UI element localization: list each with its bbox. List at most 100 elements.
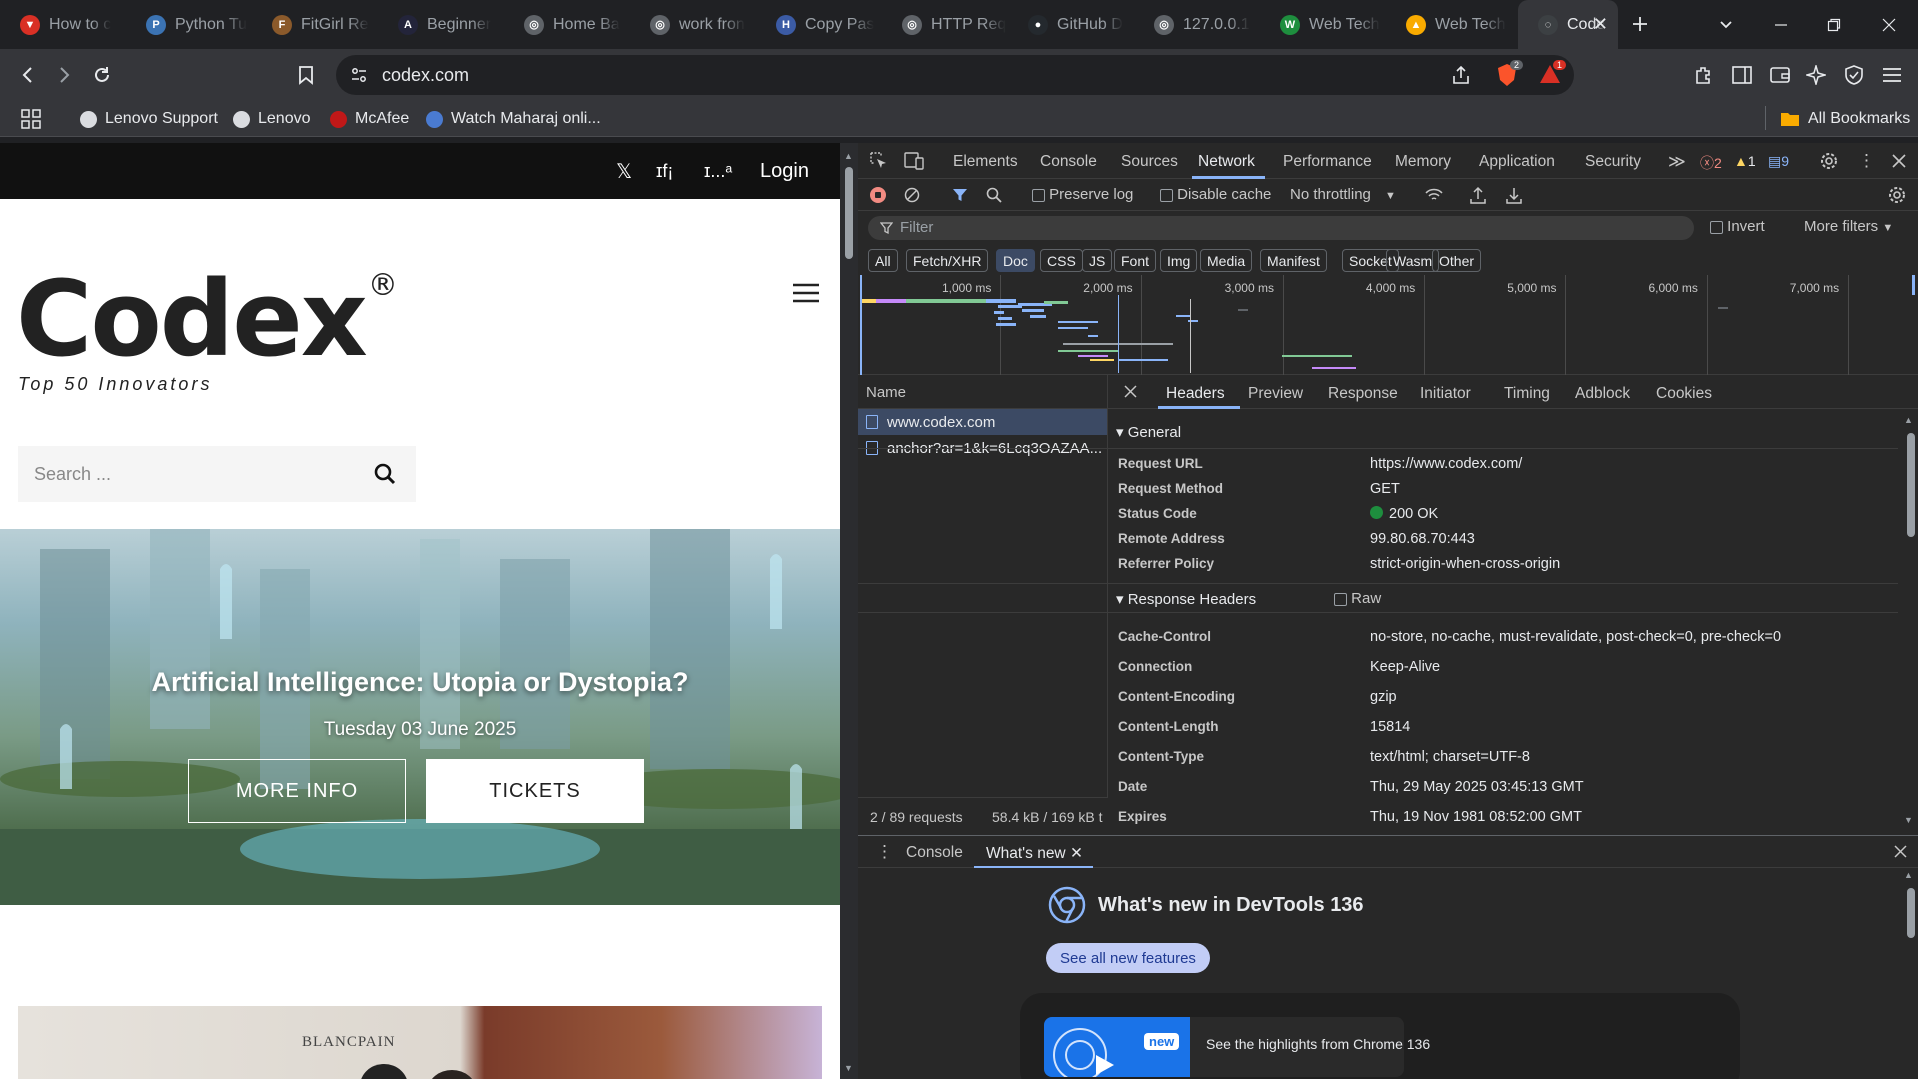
close-drawer-icon[interactable] bbox=[1894, 845, 1907, 858]
social-icon-3[interactable]: ɪ...ᵃ bbox=[704, 161, 732, 182]
new-tab-button[interactable] bbox=[1622, 6, 1658, 42]
drawer-menu-icon[interactable]: ⋮ bbox=[876, 842, 893, 862]
name-column-header[interactable]: Name bbox=[866, 384, 906, 401]
network-conditions-icon[interactable] bbox=[1424, 187, 1444, 203]
response-headers-toggle[interactable]: ▾ Response Headers bbox=[1116, 590, 1256, 608]
browser-tab[interactable]: ◎ work fron bbox=[630, 0, 756, 49]
details-tab-adblock[interactable]: Adblock bbox=[1575, 385, 1630, 403]
device-toolbar-icon[interactable] bbox=[904, 152, 924, 170]
general-toggle[interactable]: ▾ General bbox=[1116, 423, 1181, 441]
details-tab-cookies[interactable]: Cookies bbox=[1656, 385, 1712, 403]
export-har-icon[interactable] bbox=[1506, 186, 1522, 204]
browser-tab[interactable]: A Beginner bbox=[378, 0, 504, 49]
message-count[interactable]: ▤9 bbox=[1768, 153, 1789, 170]
all-bookmarks-button[interactable]: All Bookmarks bbox=[1780, 107, 1910, 131]
browser-tab[interactable]: ◎ HTTP Req bbox=[882, 0, 1008, 49]
header-value[interactable]: https://www.codex.com/ bbox=[1370, 456, 1522, 472]
devtools-tab-security[interactable]: Security bbox=[1585, 153, 1641, 171]
leo-ai-button[interactable] bbox=[1798, 57, 1834, 93]
share-icon[interactable] bbox=[1450, 64, 1472, 86]
header-value[interactable]: no-store, no-cache, must-revalidate, pos… bbox=[1370, 629, 1781, 645]
drawer-scroll-up-icon[interactable]: ▲ bbox=[1904, 870, 1913, 880]
url-text[interactable]: codex.com bbox=[382, 65, 469, 86]
details-tab-response[interactable]: Response bbox=[1328, 385, 1398, 403]
devtools-tab-elements[interactable]: Elements bbox=[953, 153, 1018, 171]
header-value[interactable]: Keep-Alive bbox=[1370, 659, 1440, 675]
raw-box[interactable] bbox=[1334, 592, 1347, 606]
browser-tab[interactable]: P Python Tu bbox=[126, 0, 252, 49]
header-value[interactable]: 15814 bbox=[1370, 719, 1410, 735]
login-link[interactable]: Login bbox=[760, 160, 809, 183]
type-filter-all[interactable]: All bbox=[868, 249, 898, 272]
details-scroll-down-icon[interactable]: ▼ bbox=[1904, 815, 1913, 825]
scroll-down-icon[interactable]: ▼ bbox=[844, 1063, 853, 1073]
site-info-icon[interactable] bbox=[350, 66, 368, 84]
close-tab-icon[interactable]: ✕ bbox=[1593, 14, 1608, 35]
error-count[interactable]: ⓧ2 bbox=[1700, 153, 1722, 173]
filter-funnel-icon[interactable] bbox=[952, 187, 968, 203]
disable-cache-box[interactable] bbox=[1160, 188, 1173, 202]
wallet-button[interactable] bbox=[1762, 57, 1798, 93]
kebab-menu-icon[interactable]: ⋮ bbox=[1858, 151, 1875, 171]
back-button[interactable] bbox=[10, 57, 46, 93]
apps-icon[interactable] bbox=[20, 108, 42, 130]
scroll-up-icon[interactable]: ▲ bbox=[844, 151, 853, 161]
type-filter-js[interactable]: JS bbox=[1082, 249, 1113, 272]
bookmark-item[interactable]: Lenovo Support bbox=[80, 107, 218, 131]
devtools-tab-memory[interactable]: Memory bbox=[1395, 153, 1451, 171]
type-filter-manifest[interactable]: Manifest bbox=[1260, 249, 1327, 272]
vpn-button[interactable] bbox=[1836, 57, 1872, 93]
x-social-icon[interactable]: 𝕏 bbox=[616, 159, 632, 184]
devtools-tab-application[interactable]: Application bbox=[1479, 153, 1555, 171]
settings-icon[interactable] bbox=[1820, 152, 1838, 170]
details-scroll-up-icon[interactable]: ▲ bbox=[1904, 415, 1913, 425]
drawer-tab-whats-new[interactable]: What's new ✕ bbox=[974, 836, 1093, 868]
header-value[interactable]: gzip bbox=[1370, 689, 1397, 705]
browser-tab[interactable]: ▲ Web Tech bbox=[1386, 0, 1512, 49]
minimize-button[interactable] bbox=[1752, 0, 1810, 49]
header-value[interactable]: GET bbox=[1370, 481, 1400, 497]
menu-button[interactable] bbox=[1874, 57, 1910, 93]
site-search[interactable]: Search ... bbox=[18, 446, 416, 502]
warning-count[interactable]: ▲1 bbox=[1734, 153, 1756, 169]
type-filter-other[interactable]: Other bbox=[1432, 249, 1482, 272]
filter-input[interactable]: Filter bbox=[868, 216, 1694, 240]
devtools-tab-performance[interactable]: Performance bbox=[1283, 153, 1372, 171]
reload-button[interactable] bbox=[84, 57, 120, 93]
site-menu-button[interactable] bbox=[792, 283, 820, 303]
more-filters-button[interactable]: More filters ▼ bbox=[1804, 218, 1893, 235]
network-settings-icon[interactable] bbox=[1888, 186, 1906, 204]
tickets-button[interactable]: TICKETS bbox=[426, 759, 644, 823]
browser-tab[interactable]: W Web Tech bbox=[1260, 0, 1386, 49]
preserve-log-box[interactable] bbox=[1032, 188, 1045, 202]
details-tab-preview[interactable]: Preview bbox=[1248, 385, 1303, 403]
devtools-tab-network[interactable]: Network bbox=[1198, 153, 1255, 171]
browser-tab[interactable]: ● GitHub D bbox=[1008, 0, 1134, 49]
search-icon[interactable] bbox=[986, 187, 1002, 203]
throttling-select[interactable]: No throttling ▼ bbox=[1290, 186, 1396, 203]
header-value[interactable]: Thu, 29 May 2025 03:45:13 GMT bbox=[1370, 779, 1584, 795]
page-scrollbar[interactable]: ▲ ▼ bbox=[840, 143, 858, 1079]
type-filter-fetchxhr[interactable]: Fetch/XHR bbox=[906, 249, 989, 272]
type-filter-font[interactable]: Font bbox=[1114, 249, 1157, 272]
browser-tab[interactable]: ◎ Home Ba bbox=[504, 0, 630, 49]
type-filter-css[interactable]: CSS bbox=[1040, 249, 1083, 272]
invert-checkbox[interactable]: Invert bbox=[1710, 218, 1765, 235]
restore-button[interactable] bbox=[1805, 0, 1863, 49]
bookmark-item[interactable]: McAfee bbox=[330, 107, 409, 131]
close-details-icon[interactable] bbox=[1124, 385, 1137, 398]
scrollbar-thumb[interactable] bbox=[845, 167, 853, 259]
record-icon[interactable] bbox=[870, 187, 886, 203]
bookmark-item[interactable]: Lenovo bbox=[233, 107, 311, 131]
details-tab-initiator[interactable]: Initiator bbox=[1420, 385, 1471, 403]
more-info-button[interactable]: MORE INFO bbox=[188, 759, 406, 823]
bookmark-button[interactable] bbox=[288, 57, 324, 93]
devtools-tab-console[interactable]: Console bbox=[1040, 153, 1097, 171]
inspect-icon[interactable] bbox=[870, 152, 888, 170]
close-devtools-icon[interactable] bbox=[1892, 154, 1906, 168]
header-value[interactable]: 200 OK bbox=[1370, 506, 1438, 522]
brave-rewards-icon[interactable]: 1 bbox=[1539, 60, 1567, 85]
more-tabs-icon[interactable]: ≫ bbox=[1668, 152, 1686, 172]
drawer-tab-console[interactable]: Console bbox=[906, 844, 963, 862]
header-value[interactable]: 99.80.68.70:443 bbox=[1370, 531, 1475, 547]
